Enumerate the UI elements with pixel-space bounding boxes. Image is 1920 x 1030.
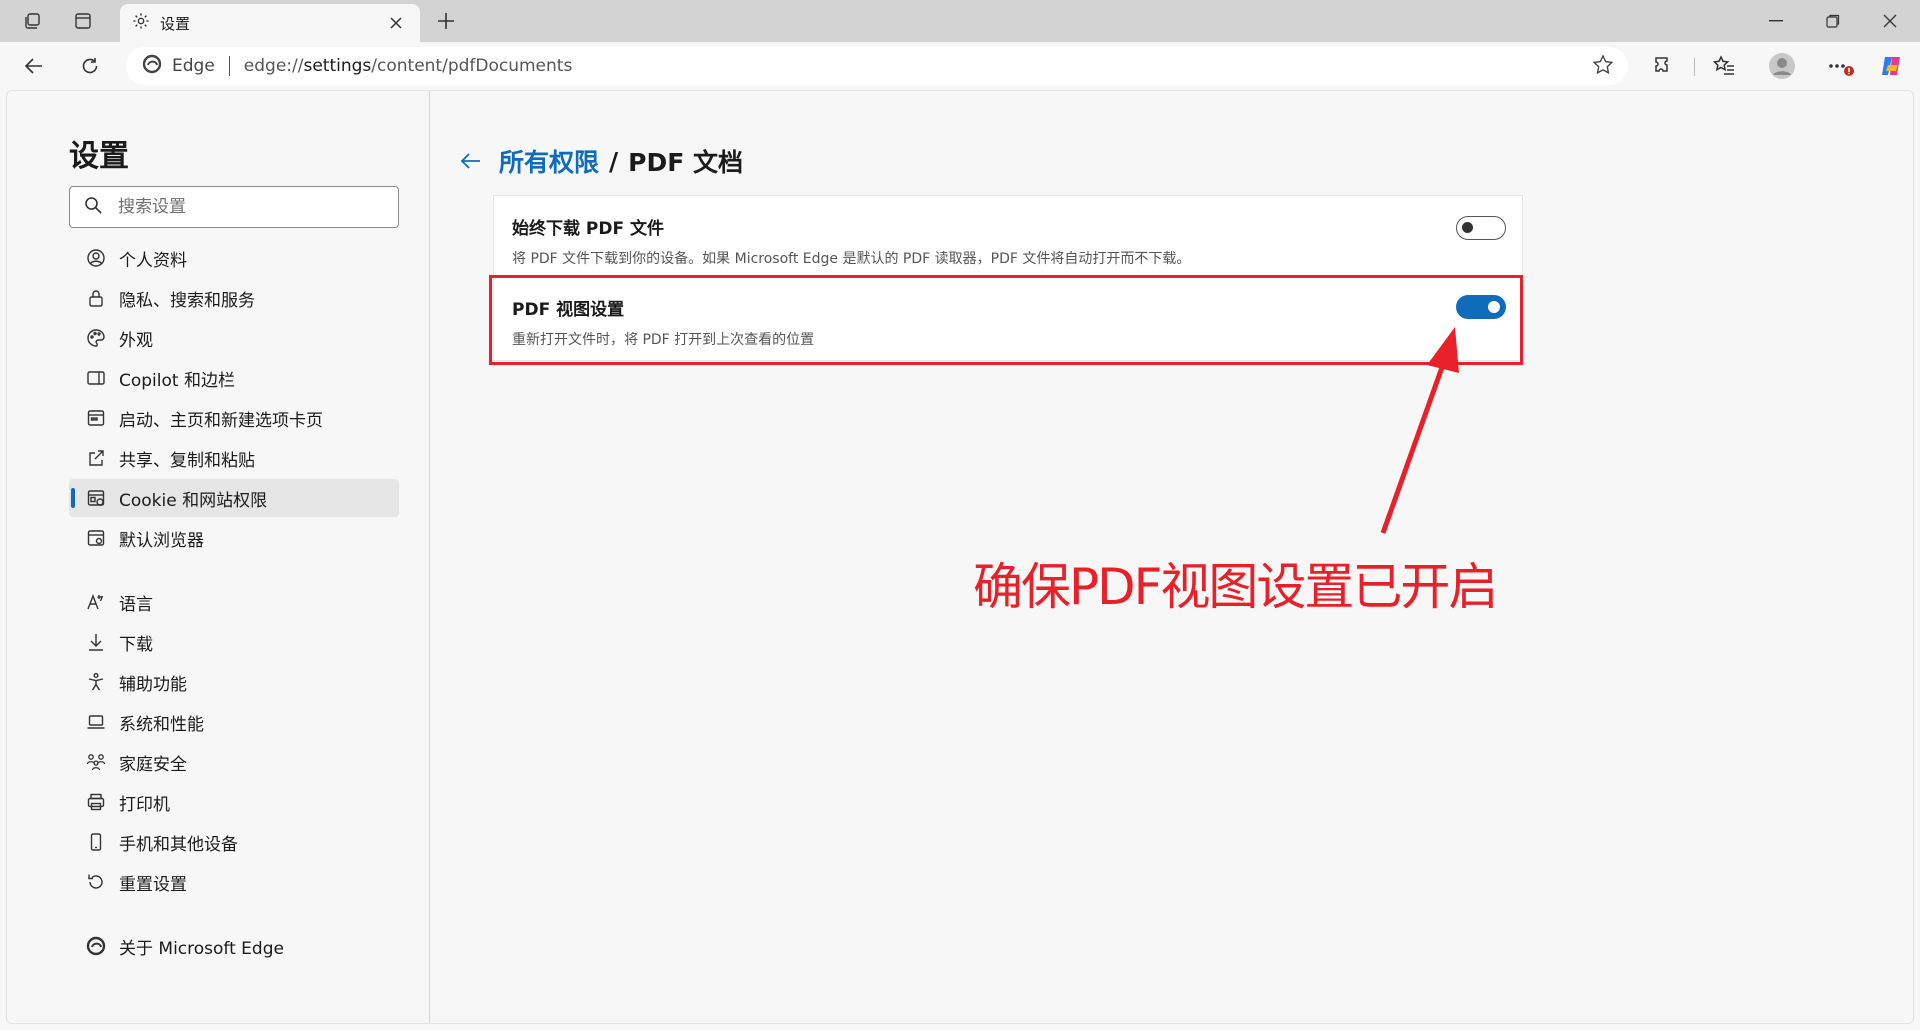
copilot-icon[interactable] <box>1874 50 1910 82</box>
sidebar-item-system[interactable]: 系统和性能 <box>69 703 399 741</box>
sidebar-item-about[interactable]: 关于 Microsoft Edge <box>69 927 399 965</box>
sidebar-item-phone[interactable]: 手机和其他设备 <box>69 823 399 861</box>
phone-icon <box>85 831 107 853</box>
tab-title: 设置 <box>160 14 191 33</box>
browser-toolbar: Edge edge://settings/content/pdfDocument… <box>0 42 1920 90</box>
sidebar-item-languages[interactable]: 语言 <box>69 583 399 621</box>
breadcrumb-current: PDF 文档 <box>628 148 744 177</box>
setting-description: 将 PDF 文件下载到你的设备。如果 Microsoft Edge 是默认的 P… <box>512 251 1191 267</box>
share-icon <box>85 447 107 469</box>
back-arrow-icon[interactable] <box>453 145 489 177</box>
sidebar-item-label: 打印机 <box>119 794 170 815</box>
setting-title: 始终下载 PDF 文件 <box>512 219 665 239</box>
sidebar-item-label: 默认浏览器 <box>119 530 204 551</box>
sidebar-item-label: 手机和其他设备 <box>119 834 238 855</box>
close-window-icon[interactable] <box>1862 0 1918 42</box>
toolbar-divider <box>1694 58 1695 76</box>
profile-icon <box>85 247 107 269</box>
accessibility-icon <box>85 671 107 693</box>
workspaces-icon[interactable] <box>14 6 52 36</box>
favorites-icon[interactable] <box>1706 50 1742 82</box>
sidebar-item-share[interactable]: 共享、复制和粘贴 <box>69 439 399 477</box>
gear-icon <box>132 12 150 34</box>
sidebar-item-label: 重置设置 <box>119 874 187 895</box>
breadcrumb: 所有权限 / PDF 文档 <box>453 143 743 179</box>
edge-logo-icon <box>142 54 162 78</box>
profile-avatar[interactable] <box>1764 50 1800 82</box>
search-input[interactable] <box>118 197 384 217</box>
tab-strip: 设置 <box>0 0 1920 42</box>
address-separator <box>228 56 230 76</box>
url-text: edge://settings/content/pdfDocuments <box>243 56 573 76</box>
sidebar-item-printers[interactable]: 打印机 <box>69 783 399 821</box>
sidebar-item-accessibility[interactable]: 辅助功能 <box>69 663 399 701</box>
site-permissions-icon <box>85 487 107 509</box>
minimize-icon[interactable] <box>1748 0 1804 42</box>
download-icon <box>85 631 107 653</box>
setting-always-download-pdf: 始终下载 PDF 文件 将 PDF 文件下载到你的设备。如果 Microsoft… <box>493 195 1523 277</box>
sidebar-item-label: Cookie 和网站权限 <box>119 490 268 511</box>
tab-settings[interactable]: 设置 <box>120 4 420 42</box>
close-tab-icon[interactable] <box>384 11 408 35</box>
restore-icon[interactable] <box>1805 0 1861 42</box>
reset-icon <box>85 871 107 893</box>
laptop-icon <box>85 711 107 733</box>
search-box[interactable] <box>69 186 399 228</box>
always-download-pdf-toggle[interactable] <box>1456 216 1506 240</box>
family-icon <box>85 751 107 773</box>
toggle-knob <box>1462 222 1473 233</box>
sidebar-item-label: 隐私、搜索和服务 <box>119 290 255 311</box>
sidebar-item-label: 下载 <box>119 634 153 655</box>
sidebar-item-label: 关于 Microsoft Edge <box>119 938 284 959</box>
sidebar-icon <box>85 367 107 389</box>
sidebar-item-label: 启动、主页和新建选项卡页 <box>119 410 323 431</box>
favorite-star-icon[interactable] <box>1592 54 1614 80</box>
home-grid-icon <box>85 407 107 429</box>
sidebar-item-cookies[interactable]: Cookie 和网站权限 <box>69 479 399 517</box>
sidebar-item-privacy[interactable]: 隐私、搜索和服务 <box>69 279 399 317</box>
sidebar-item-label: 系统和性能 <box>119 714 204 735</box>
sidebar-item-appearance[interactable]: 外观 <box>69 319 399 357</box>
site-name: Edge <box>172 56 215 76</box>
back-arrow-icon[interactable] <box>16 50 52 82</box>
language-icon <box>85 591 107 613</box>
breadcrumb-all-permissions-link[interactable]: 所有权限 <box>499 143 599 179</box>
sidebar-item-family[interactable]: 家庭安全 <box>69 743 399 781</box>
sidebar-item-label: 外观 <box>119 330 153 351</box>
search-icon <box>84 196 102 218</box>
sidebar-item-default-browser[interactable]: 默认浏览器 <box>69 519 399 557</box>
breadcrumb-separator: / <box>609 146 619 176</box>
settings-sidebar: 设置 个人资料 隐私、搜索和服务 外观 Copilot 和边栏 启动、主页和新建… <box>7 91 430 1023</box>
sidebar-item-label: Copilot 和边栏 <box>119 370 235 391</box>
edge-logo-icon <box>85 935 107 957</box>
page-title: 设置 <box>69 139 129 174</box>
printer-icon <box>85 791 107 813</box>
sidebar-item-label: 家庭安全 <box>119 754 187 775</box>
sidebar-item-label: 共享、复制和粘贴 <box>119 450 255 471</box>
extensions-icon[interactable] <box>1646 50 1682 82</box>
palette-icon <box>85 327 107 349</box>
tab-actions-icon[interactable] <box>64 6 102 36</box>
sidebar-item-reset[interactable]: 重置设置 <box>69 863 399 901</box>
lock-icon <box>85 287 107 309</box>
annotation-text: 确保PDF视图设置已开启 <box>973 558 1498 616</box>
sidebar-item-label: 个人资料 <box>119 250 187 271</box>
new-tab-icon[interactable] <box>430 6 462 36</box>
annotation-arrow <box>1380 327 1459 534</box>
settings-page: 设置 个人资料 隐私、搜索和服务 外观 Copilot 和边栏 启动、主页和新建… <box>6 90 1914 1024</box>
refresh-icon[interactable] <box>72 50 108 82</box>
sidebar-item-copilot[interactable]: Copilot 和边栏 <box>69 359 399 397</box>
address-bar[interactable]: Edge edge://settings/content/pdfDocument… <box>126 47 1628 85</box>
default-browser-icon <box>85 527 107 549</box>
sidebar-item-downloads[interactable]: 下载 <box>69 623 399 661</box>
sidebar-item-startup[interactable]: 启动、主页和新建选项卡页 <box>69 399 399 437</box>
sidebar-item-profile[interactable]: 个人资料 <box>69 239 399 277</box>
sidebar-item-label: 语言 <box>119 594 153 615</box>
more-options-icon[interactable] <box>1822 50 1858 82</box>
sidebar-item-label: 辅助功能 <box>119 674 187 695</box>
